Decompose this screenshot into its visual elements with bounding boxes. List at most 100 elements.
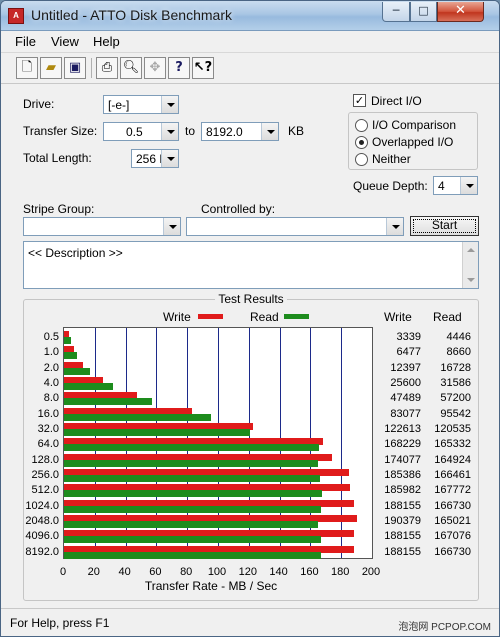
print-icon[interactable]: ⎙: [96, 57, 118, 79]
chevron-down-icon[interactable]: [161, 96, 178, 113]
x-tick-label: 200: [361, 566, 381, 578]
radio-overlapped-io[interactable]: [355, 136, 368, 149]
maximize-button[interactable]: □: [410, 2, 437, 22]
legend-write-label: Write: [163, 310, 191, 324]
read-value-label: 57200: [440, 392, 471, 405]
read-bar: [64, 352, 78, 360]
write-value-label: 83077: [390, 407, 421, 420]
save-disk-icon[interactable]: ▣: [64, 57, 86, 79]
new-file-icon[interactable]: 🗋: [16, 57, 38, 79]
grid-line: [341, 328, 343, 558]
read-value-label: 16728: [440, 361, 471, 374]
write-value-label: 174077: [384, 453, 421, 466]
transfer-size-row-label: 8.0: [43, 392, 59, 405]
description-textarea[interactable]: << Description >>: [23, 241, 479, 289]
drive-select[interactable]: [-e-]: [103, 95, 179, 114]
context-help-icon[interactable]: ↖?: [192, 57, 214, 79]
read-bar: [64, 413, 212, 421]
chevron-down-icon[interactable]: [163, 218, 180, 235]
controlled-by-select[interactable]: [186, 217, 404, 236]
menu-view[interactable]: View: [51, 34, 79, 49]
x-tick-label: 160: [300, 566, 319, 578]
read-bar: [64, 398, 153, 406]
transfer-size-row-label: 256.0: [31, 469, 59, 481]
transfer-rate-chart: [63, 327, 373, 559]
read-bar: [64, 551, 321, 559]
chevron-down-icon[interactable]: [161, 150, 178, 167]
transfer-size-row-label: 2.0: [43, 361, 59, 374]
read-value-label: 95542: [440, 407, 471, 420]
queue-depth-select[interactable]: 4: [433, 176, 478, 195]
transfer-size-row-label: 2048.0: [25, 515, 59, 527]
transfer-size-row-label: 0.5: [43, 331, 59, 343]
scroll-up-icon[interactable]: [467, 248, 475, 252]
read-value-label: 8660: [446, 346, 471, 359]
read-bar: [64, 505, 321, 513]
transfer-size-to-select[interactable]: 8192.0: [201, 122, 279, 141]
close-button[interactable]: ✕: [437, 2, 484, 22]
test-results-title: Test Results: [215, 292, 287, 306]
queue-depth-label: Queue Depth:: [353, 179, 428, 193]
radio-neither[interactable]: [355, 153, 368, 166]
scroll-down-icon[interactable]: [467, 278, 475, 282]
minimize-button[interactable]: ─: [382, 2, 410, 22]
chevron-down-icon[interactable]: [386, 218, 403, 235]
read-bar: [64, 536, 322, 544]
legend-read-swatch: [284, 314, 309, 319]
radio-neither-label: Neither: [372, 152, 411, 166]
start-button[interactable]: Start: [410, 216, 479, 236]
read-bar: [64, 383, 113, 390]
chart-x-axis-label: Transfer Rate - MB / Sec: [144, 579, 278, 593]
write-value-label: 190379: [384, 515, 421, 527]
read-bar: [64, 490, 323, 498]
legend-write-swatch: [198, 314, 223, 319]
read-bar: [64, 459, 318, 467]
write-value-label: 168229: [384, 438, 421, 451]
transfer-size-from-select[interactable]: 0.5: [103, 122, 179, 141]
read-bar: [64, 367, 90, 375]
chevron-down-icon[interactable]: [261, 123, 278, 140]
legend-read-label: Read: [250, 310, 279, 324]
total-length-select[interactable]: 256 MB: [131, 149, 179, 168]
x-tick-label: 140: [269, 566, 288, 578]
transfer-size-row-label: 32.0: [37, 423, 59, 435]
read-bar: [64, 429, 250, 436]
read-bar: [64, 475, 321, 482]
x-tick-label: 100: [207, 566, 227, 578]
description-scrollbar[interactable]: [462, 242, 478, 288]
menu-help[interactable]: Help: [93, 34, 120, 49]
read-value-label: 166730: [434, 545, 471, 558]
chevron-down-icon[interactable]: [161, 123, 178, 140]
transfer-to-value: 8192.0: [206, 125, 243, 139]
read-bar: [64, 444, 319, 452]
help-icon[interactable]: ?: [168, 57, 190, 79]
move-icon[interactable]: ✥: [144, 57, 166, 79]
write-value-label: 188155: [384, 530, 421, 543]
chevron-down-icon[interactable]: [460, 177, 477, 194]
x-tick-label: 20: [87, 566, 100, 578]
menu-bar: File View Help: [1, 31, 499, 53]
write-value-label: 188155: [384, 545, 421, 558]
print-preview-icon[interactable]: 🔍︎: [120, 57, 142, 79]
atto-app-icon: A: [8, 8, 24, 24]
open-folder-icon[interactable]: ▰: [40, 57, 62, 79]
status-help-text: For Help, press F1: [10, 616, 110, 630]
x-tick-label: 60: [149, 566, 162, 578]
status-bar: For Help, press F1 泡泡网 PCPOP.COM: [1, 608, 499, 636]
read-value-label: 166730: [434, 499, 471, 512]
app-window: A Untitled - ATTO Disk Benchmark ─ □ ✕ F…: [0, 0, 500, 637]
column-write-header: Write: [384, 310, 412, 324]
write-value-label: 47489: [390, 392, 421, 405]
radio-io-comparison[interactable]: [355, 119, 368, 132]
read-value-label: 167076: [434, 530, 471, 543]
radio-overlapped-io-label: Overlapped I/O: [372, 135, 454, 149]
x-tick-label: 120: [238, 566, 257, 578]
title-bar[interactable]: A Untitled - ATTO Disk Benchmark ─ □ ✕: [1, 1, 499, 31]
window-title: Untitled - ATTO Disk Benchmark: [31, 7, 232, 23]
write-value-label: 185982: [384, 484, 421, 497]
transfer-size-row-label: 64.0: [37, 438, 59, 451]
direct-io-checkbox[interactable]: ✓: [353, 94, 366, 107]
stripe-group-select[interactable]: [23, 217, 181, 236]
direct-io-label: Direct I/O: [371, 94, 422, 108]
menu-file[interactable]: File: [15, 34, 36, 49]
